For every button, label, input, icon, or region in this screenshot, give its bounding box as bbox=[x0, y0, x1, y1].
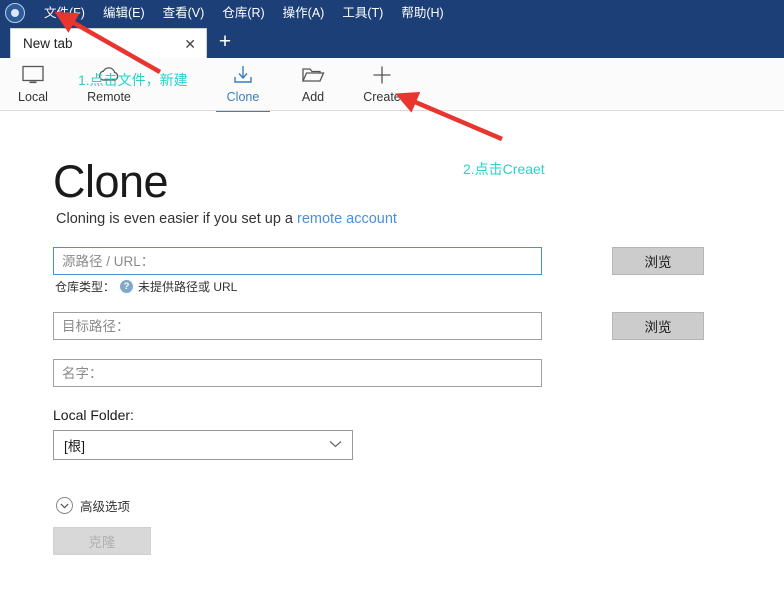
toolbar-label-remote: Remote bbox=[87, 90, 131, 104]
menu-item-actions[interactable]: 操作(A) bbox=[274, 2, 334, 24]
local-folder-select[interactable]: [根] bbox=[53, 430, 353, 460]
advanced-options-label: 高级选项 bbox=[80, 500, 131, 514]
destination-path-row: 浏览 bbox=[53, 312, 704, 340]
chevron-down-circle-icon bbox=[56, 497, 73, 514]
menu-item-repository[interactable]: 仓库(R) bbox=[213, 2, 273, 24]
toolbar-label-create: Create bbox=[363, 90, 401, 104]
page-title: Clone bbox=[53, 156, 169, 207]
clone-panel: Clone Cloning is even easier if you set … bbox=[0, 112, 784, 592]
repository-name-input[interactable] bbox=[53, 359, 542, 387]
download-tray-icon bbox=[231, 62, 255, 88]
local-folder-label: Local Folder: bbox=[53, 407, 134, 423]
toolbar-label-add: Add bbox=[301, 90, 325, 104]
repository-type-label: 仓库类型： bbox=[55, 280, 116, 294]
source-url-row: 浏览 bbox=[53, 247, 704, 275]
toolbar-button-local[interactable]: Local bbox=[0, 60, 66, 110]
toolbar-label-local: Local bbox=[18, 90, 48, 104]
folder-open-icon bbox=[300, 62, 326, 88]
monitor-icon bbox=[21, 62, 45, 88]
tab-strip: New tab ✕ + bbox=[0, 26, 784, 58]
close-icon[interactable]: ✕ bbox=[184, 37, 196, 51]
menu-item-file[interactable]: 文件(F) bbox=[35, 2, 94, 24]
menu-item-edit[interactable]: 编辑(E) bbox=[94, 2, 154, 24]
page-subtitle: Cloning is even easier if you set up a r… bbox=[56, 211, 397, 227]
source-url-input[interactable] bbox=[53, 247, 542, 275]
chevron-down-icon bbox=[329, 439, 342, 451]
main-toolbar: Local Remote Clone Add Create bbox=[0, 58, 784, 150]
browse-destination-button[interactable]: 浏览 bbox=[612, 312, 704, 340]
sourcetree-window: 文件(F) 编辑(E) 查看(V) 仓库(R) 操作(A) 工具(T) 帮助(H… bbox=[0, 0, 784, 592]
toolbar-button-add[interactable]: Add bbox=[280, 60, 346, 110]
toolbar-button-create[interactable]: Create bbox=[349, 60, 415, 110]
advanced-options-toggle[interactable]: 高级选项 bbox=[56, 496, 130, 515]
toolbar-button-clone[interactable]: Clone bbox=[210, 60, 276, 113]
help-question-icon[interactable]: ? bbox=[120, 280, 134, 293]
toolbar-label-clone: Clone bbox=[226, 90, 260, 104]
local-folder-value: [根] bbox=[64, 439, 86, 454]
cloud-icon bbox=[96, 62, 122, 88]
toolbar-button-remote[interactable]: Remote bbox=[68, 60, 150, 110]
tab-new-tab[interactable]: New tab ✕ bbox=[10, 28, 207, 58]
repository-name-row bbox=[53, 359, 542, 387]
remote-account-link[interactable]: remote account bbox=[297, 211, 397, 227]
plus-icon[interactable]: + bbox=[212, 30, 238, 56]
repository-type-value: 未提供路径或 URL bbox=[138, 280, 238, 294]
tab-label: New tab bbox=[23, 36, 73, 51]
plus-icon bbox=[370, 62, 394, 88]
menu-item-help[interactable]: 帮助(H) bbox=[392, 2, 452, 24]
menu-item-view[interactable]: 查看(V) bbox=[154, 2, 214, 24]
destination-path-input[interactable] bbox=[53, 312, 542, 340]
browse-source-button[interactable]: 浏览 bbox=[612, 247, 704, 275]
sourcetree-logo-icon bbox=[5, 3, 25, 23]
title-menu-bar: 文件(F) 编辑(E) 查看(V) 仓库(R) 操作(A) 工具(T) 帮助(H… bbox=[0, 0, 784, 26]
page-subtitle-text: Cloning is even easier if you set up a bbox=[56, 211, 297, 227]
menu-item-tools[interactable]: 工具(T) bbox=[333, 2, 392, 24]
repository-type-status: 仓库类型： ? 未提供路径或 URL bbox=[55, 278, 237, 295]
clone-submit-button[interactable]: 克隆 bbox=[53, 527, 151, 555]
